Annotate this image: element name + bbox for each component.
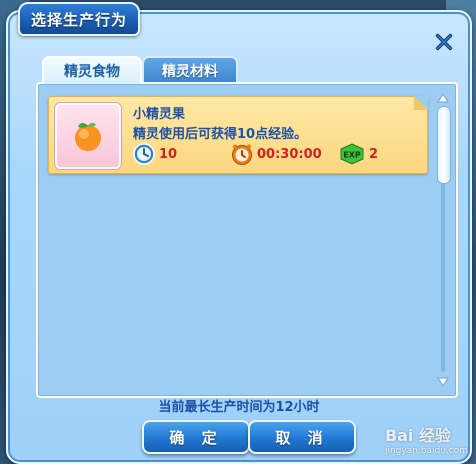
duration-stat: 00:30:00 [231,143,322,165]
duration-value: 00:30:00 [257,146,322,162]
orange-fruit-icon [75,122,101,151]
dialog-title-tab: 选择生产行为 [18,2,140,36]
list-item[interactable]: 小精灵果 精灵使用后可获得10点经验。 10 00:30:00 EXP 2 [48,96,428,174]
production-dialog: 精灵食物 精灵材料 小精灵果 精灵使用后可获得10点经验。 10 00:30:0… [6,10,472,464]
scroll-down-button[interactable] [436,376,450,388]
exp-badge-icon: EXP [340,143,364,165]
scrollbar[interactable] [436,92,451,388]
tab-spirit-materials-label: 精灵材料 [162,64,218,80]
close-button[interactable] [434,32,454,52]
watermark: Bai 经验 jingyan.baidu.com [385,422,468,456]
exp-value: 2 [369,146,379,162]
scroll-down-arrow-icon [437,377,449,387]
item-list: 小精灵果 精灵使用后可获得10点经验。 10 00:30:00 EXP 2 [36,82,458,398]
item-description: 精灵使用后可获得10点经验。 [133,127,308,142]
tab-spirit-materials[interactable]: 精灵材料 [142,56,238,84]
max-production-time-text: 当前最长生产时间为12小时 [158,400,320,415]
tab-spirit-food-label: 精灵食物 [64,64,120,80]
close-icon [435,33,453,51]
item-thumbnail [55,103,121,169]
scroll-up-arrow-icon [437,93,449,103]
watermark-url: jingyan.baidu.com [384,446,468,456]
scroll-thumb[interactable] [437,106,451,184]
clock-icon [133,143,155,165]
exp-badge-text: EXP [343,151,361,160]
card-corner-fold [414,96,428,110]
confirm-button[interactable]: 确 定 [142,420,250,454]
watermark-brand: Bai 经验 [384,426,451,445]
dialog-title: 选择生产行为 [30,10,127,29]
scroll-up-button[interactable] [436,92,450,104]
exp-stat: EXP 2 [339,143,378,165]
cost-stat: 10 [133,143,177,165]
cancel-button[interactable]: 取 消 [248,420,356,454]
item-name: 小精灵果 [133,107,186,122]
alarm-clock-icon [232,144,252,165]
cost-value: 10 [159,146,178,162]
tab-spirit-food[interactable]: 精灵食物 [42,56,142,84]
